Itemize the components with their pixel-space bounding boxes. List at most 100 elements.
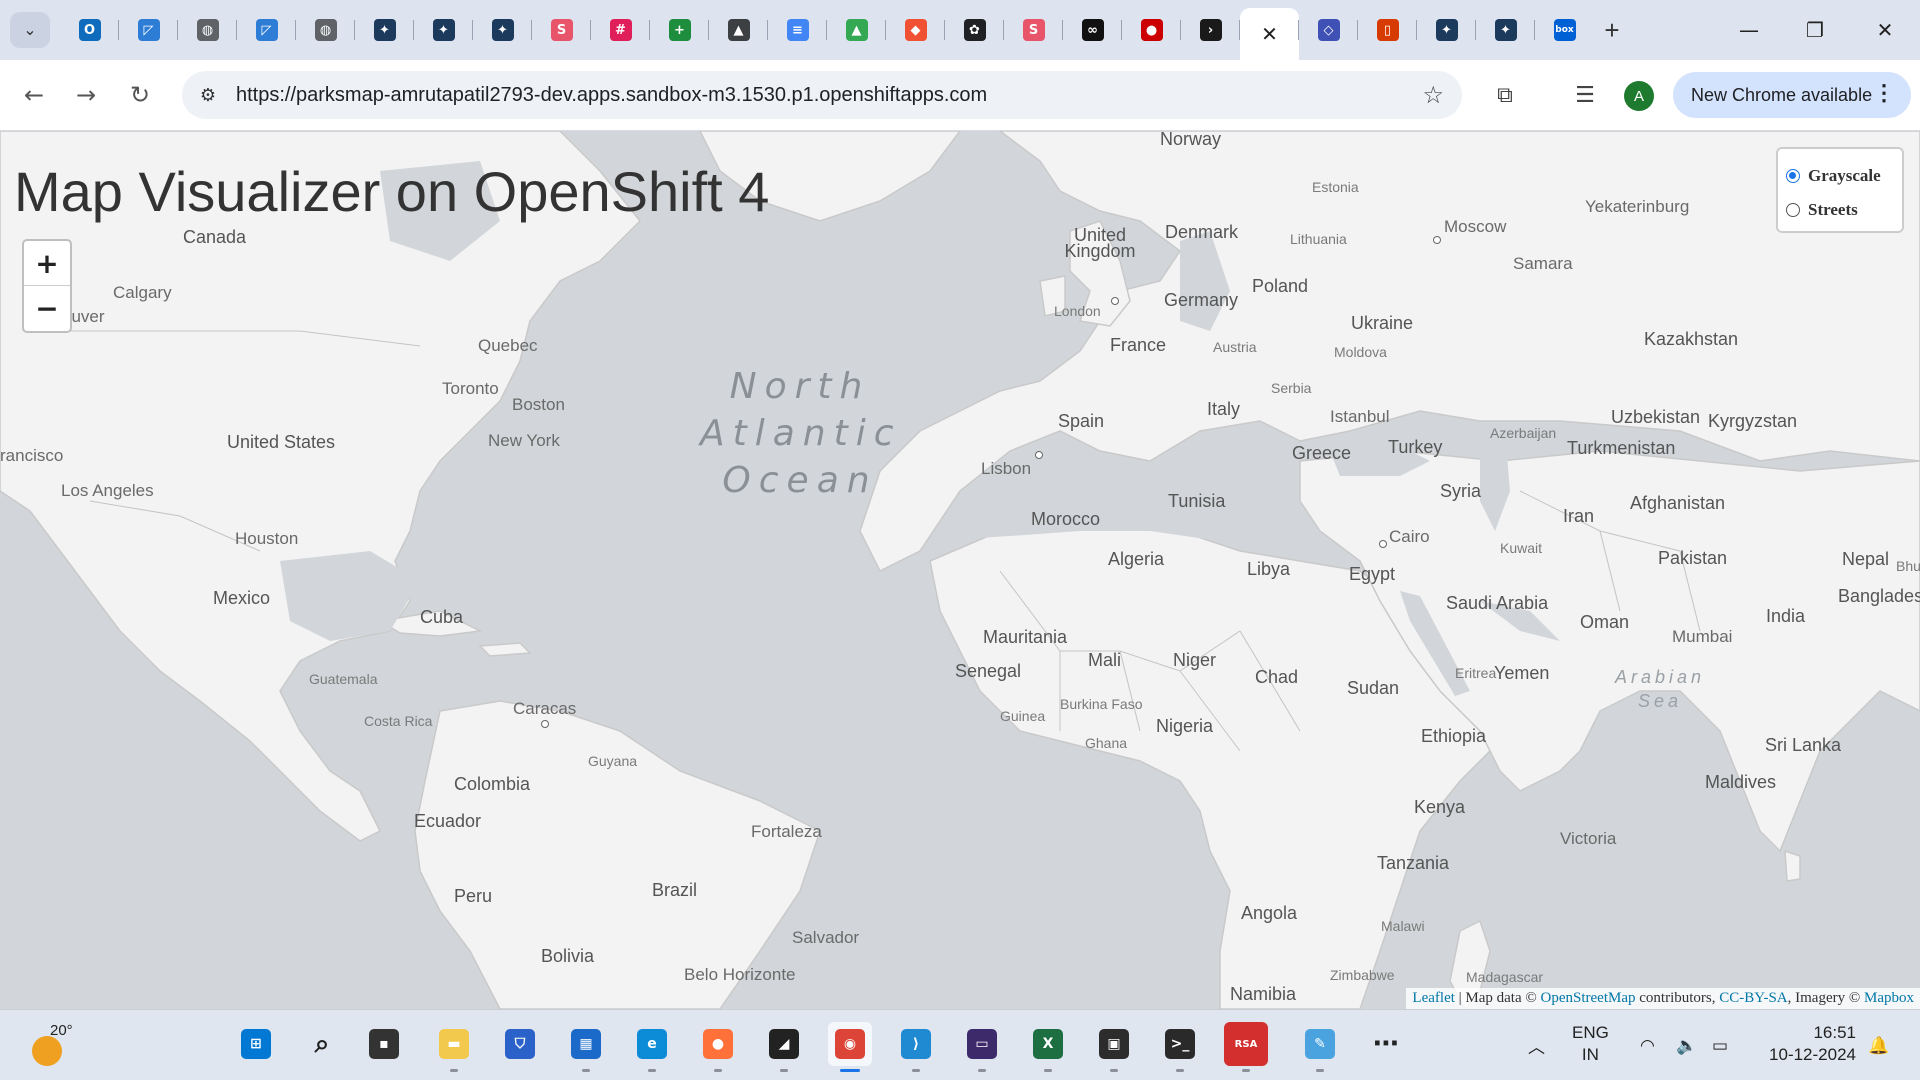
place-label-bhutan: Bhutan bbox=[1896, 558, 1920, 574]
volume-icon[interactable]: 🔈 bbox=[1676, 1010, 1697, 1080]
app-tab-3[interactable]: ✦ bbox=[473, 8, 532, 52]
streets-radio[interactable] bbox=[1786, 203, 1800, 217]
office-icon: ▯ bbox=[1376, 19, 1399, 41]
zoom-in-button[interactable]: + bbox=[24, 241, 70, 286]
drive-tab[interactable]: ▲ bbox=[827, 8, 886, 52]
tab-search-button[interactable]: ⌄ bbox=[10, 12, 50, 48]
place-label-toronto: Toronto bbox=[442, 379, 499, 398]
leaflet-link[interactable]: Leaflet bbox=[1412, 990, 1454, 1006]
paint-app[interactable]: ✎ bbox=[1298, 1022, 1342, 1072]
zoom-out-button[interactable]: − bbox=[24, 286, 70, 330]
app-tab-1[interactable]: ✦ bbox=[355, 8, 414, 52]
sheets-tab[interactable]: + bbox=[650, 8, 709, 52]
profile-avatar[interactable]: A bbox=[1624, 81, 1654, 111]
sticky-notes-app[interactable]: ◢ bbox=[762, 1022, 806, 1072]
map-view[interactable]: North Atlantic Ocean Arabian Sea Norway E… bbox=[0, 131, 1920, 1009]
map-attribution: Leaflet | Map data © OpenStreetMap contr… bbox=[1406, 988, 1920, 1009]
task-view-button[interactable]: ▪ bbox=[362, 1022, 406, 1066]
store-app[interactable]: ▦ bbox=[564, 1022, 608, 1072]
forward-button[interactable]: → bbox=[68, 77, 104, 113]
bookmark-star-icon[interactable]: ☆ bbox=[1422, 81, 1444, 109]
vscode-app[interactable]: ⟩ bbox=[894, 1022, 938, 1072]
slack-tab[interactable]: # bbox=[591, 8, 650, 52]
windows-taskbar: 20° ⊞ ⌕ ▪ ▬ ⛉ ▦ e ● ◢ ◉ ⟩ ▭ X ▣ >_ RSA ✎ ⋯ ︿ ENG IN ◠ 🔈 ▭… bbox=[0, 1009, 1920, 1080]
place-label-cuba: Cuba bbox=[420, 607, 464, 627]
excel-icon: X bbox=[1033, 1029, 1063, 1059]
place-label-libya: Libya bbox=[1247, 559, 1291, 579]
search-button[interactable]: ⌕ bbox=[300, 1022, 344, 1066]
azure-devops-tab-2[interactable]: ◸ bbox=[237, 8, 296, 52]
redhat-tab[interactable]: ● bbox=[1122, 8, 1181, 52]
globe-tab-2[interactable]: ◍ bbox=[296, 8, 355, 52]
azure-devops-tab[interactable]: ◸ bbox=[119, 8, 178, 52]
more-apps[interactable]: ⋯ bbox=[1364, 1022, 1408, 1066]
update-chrome-button[interactable]: New Chrome available ⋮ bbox=[1673, 72, 1911, 118]
restore-button[interactable]: ❐ bbox=[1790, 10, 1840, 50]
reload-button[interactable]: ↻ bbox=[122, 77, 158, 113]
url-text[interactable]: https://parksmap-amrutapatil2793-dev.app… bbox=[236, 84, 987, 107]
grayscale-radio[interactable] bbox=[1786, 169, 1800, 183]
place-label-serbia: Serbia bbox=[1271, 380, 1312, 396]
s-app-tab[interactable]: S bbox=[532, 8, 591, 52]
weather-widget[interactable]: 20° bbox=[28, 1020, 78, 1070]
chatgpt-tab[interactable]: ✿ bbox=[945, 8, 1004, 52]
outlook-tab[interactable]: O bbox=[60, 8, 119, 52]
terminal-app[interactable]: ▭ bbox=[960, 1022, 1004, 1072]
globe-icon: ◍ bbox=[196, 19, 219, 41]
place-label-new-york: New York bbox=[488, 431, 560, 450]
mapbox-link[interactable]: Mapbox bbox=[1864, 990, 1914, 1006]
box-tab[interactable]: box bbox=[1535, 8, 1594, 52]
place-label-kenya: Kenya bbox=[1414, 797, 1466, 817]
office-tab[interactable]: ▯ bbox=[1358, 8, 1417, 52]
excel-app[interactable]: X bbox=[1026, 1022, 1070, 1072]
running-indicator bbox=[1316, 1069, 1324, 1072]
defender-app[interactable]: ⛉ bbox=[498, 1022, 542, 1066]
active-tab[interactable]: ✕ bbox=[1240, 8, 1299, 60]
site-info-icon[interactable]: ⚙ bbox=[194, 81, 222, 109]
system-clock[interactable]: 16:51 10-12-2024 bbox=[1760, 1022, 1856, 1066]
battery-icon[interactable]: ▭ bbox=[1712, 1010, 1728, 1080]
notification-bell-icon[interactable]: 🔔 bbox=[1868, 1010, 1889, 1080]
globe-tab[interactable]: ◍ bbox=[178, 8, 237, 52]
wifi-icon[interactable]: ◠ bbox=[1640, 1010, 1655, 1080]
cmd-app[interactable]: >_ bbox=[1158, 1022, 1202, 1072]
show-hidden-icons-button[interactable]: ︿ bbox=[1528, 1010, 1545, 1080]
edge-app[interactable]: e bbox=[630, 1022, 674, 1072]
place-label-victoria: Victoria bbox=[1560, 829, 1617, 848]
minimize-button[interactable]: — bbox=[1724, 10, 1774, 50]
address-bar[interactable]: ⚙ https://parksmap-amrutapatil2793-dev.a… bbox=[182, 71, 1462, 119]
firefox-app[interactable]: ● bbox=[696, 1022, 740, 1072]
hat-tab[interactable]: ▲ bbox=[709, 8, 768, 52]
chrome-app[interactable]: ◉ bbox=[828, 1022, 872, 1072]
reading-list-icon[interactable]: ☰ bbox=[1570, 80, 1600, 110]
place-label-colombia: Colombia bbox=[454, 774, 531, 794]
s-app-tab-2[interactable]: S bbox=[1004, 8, 1063, 52]
input-language[interactable]: ENG IN bbox=[1572, 1022, 1609, 1066]
file-explorer-app[interactable]: ▬ bbox=[432, 1022, 476, 1072]
git-tab[interactable]: ◆ bbox=[886, 8, 945, 52]
close-window-button[interactable]: ✕ bbox=[1860, 10, 1910, 50]
infinity-tab[interactable]: ∞ bbox=[1063, 8, 1122, 52]
app-tab-2[interactable]: ✦ bbox=[414, 8, 473, 52]
extensions-icon[interactable]: ⧉ bbox=[1490, 80, 1520, 110]
place-label-france: France bbox=[1110, 335, 1167, 355]
place-label-uzbekistan: Uzbekistan bbox=[1611, 407, 1701, 427]
docs-tab[interactable]: ≡ bbox=[768, 8, 827, 52]
azure-devops-icon: ◸ bbox=[137, 19, 160, 41]
network-app[interactable]: ▣ bbox=[1092, 1022, 1136, 1072]
app-tab-5[interactable]: ✦ bbox=[1476, 8, 1535, 52]
app-tab-4[interactable]: ✦ bbox=[1417, 8, 1476, 52]
osm-link[interactable]: OpenStreetMap bbox=[1541, 990, 1636, 1006]
layer-option-streets[interactable]: Streets bbox=[1786, 193, 1894, 227]
close-icon[interactable]: ✕ bbox=[1261, 22, 1278, 47]
layer-option-grayscale[interactable]: Grayscale bbox=[1786, 159, 1894, 193]
place-label-morocco: Morocco bbox=[1031, 509, 1101, 529]
rsa-app[interactable]: RSA bbox=[1224, 1022, 1268, 1072]
code-tab[interactable]: ◇ bbox=[1299, 8, 1358, 52]
place-label-maldives: Maldives bbox=[1705, 772, 1777, 792]
back-button[interactable]: ← bbox=[16, 77, 52, 113]
terminal-tab[interactable]: › bbox=[1181, 8, 1240, 52]
start-button[interactable]: ⊞ bbox=[234, 1022, 278, 1066]
new-tab-button[interactable]: + bbox=[1596, 14, 1628, 46]
license-link[interactable]: CC-BY-SA bbox=[1719, 990, 1787, 1006]
